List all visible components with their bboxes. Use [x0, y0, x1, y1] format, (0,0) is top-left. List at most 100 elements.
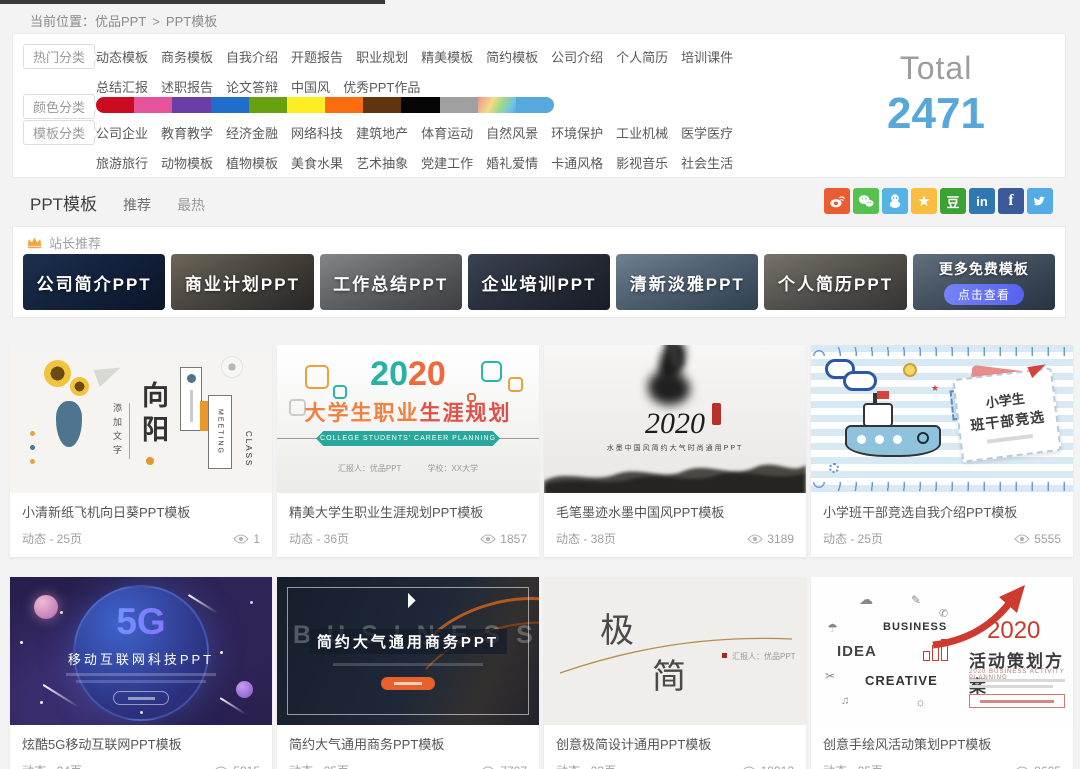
recommend-tile-more-free[interactable]: 更多免费模板 点击查看 [913, 254, 1055, 310]
filter-link[interactable]: 简约模板 [486, 47, 538, 66]
qq-icon[interactable] [882, 188, 908, 214]
template-category-label: 模板分类 [23, 120, 95, 145]
tab-hottest[interactable]: 最热 [177, 195, 205, 215]
filter-link[interactable]: 艺术抽象 [356, 153, 408, 172]
tab-ppt-templates[interactable]: PPT模板 [30, 190, 97, 215]
recommend-tile-company-intro[interactable]: 公司简介PPT [23, 254, 165, 310]
template-thumbnail[interactable]: 添加文字 向阳 MEETING CLASS [10, 345, 272, 493]
filter-link[interactable]: 培训课件 [681, 47, 733, 66]
filter-link[interactable]: 体育运动 [421, 123, 473, 142]
filter-link[interactable]: 社会生活 [681, 153, 733, 172]
color-swatch-pink[interactable] [134, 97, 172, 113]
twitter-icon[interactable] [1027, 188, 1053, 214]
template-card[interactable]: ★ ★ ★ 小学生 班干部竞选 [811, 345, 1073, 557]
filter-link[interactable]: 自然风景 [486, 123, 538, 142]
filter-link[interactable]: 婚礼爱情 [486, 153, 538, 172]
linkedin-icon[interactable]: in [969, 188, 995, 214]
template-card[interactable]: 5G 移动互联网科技PPT 炫酷5G移动互联网PPT模板 动态 - 24页 58… [10, 577, 272, 769]
breadcrumb-separator: > [152, 14, 160, 29]
template-thumbnail[interactable]: 2020 大学生职业生涯规划 COLLEGE STUDENTS' CAREER … [277, 345, 539, 493]
filter-link[interactable]: 动物模板 [161, 153, 213, 172]
filter-link[interactable]: 教育教学 [161, 123, 213, 142]
weibo-icon[interactable] [824, 188, 850, 214]
filter-link[interactable]: 公司企业 [96, 123, 148, 142]
color-swatch-orange[interactable] [325, 97, 363, 113]
template-card[interactable]: ☁ ☂ ✎ ✂ ☼ ♫ ✆ BUSINESS IDEA CREATIVE 202… [811, 577, 1073, 769]
color-swatch-green[interactable] [249, 97, 287, 113]
template-thumbnail[interactable]: ☁ ☂ ✎ ✂ ☼ ♫ ✆ BUSINESS IDEA CREATIVE 202… [811, 577, 1073, 725]
filter-link[interactable]: 影视音乐 [616, 153, 668, 172]
filter-link[interactable]: 公司介绍 [551, 47, 603, 66]
recommend-tile-personal-resume[interactable]: 个人简历PPT [764, 254, 906, 310]
filter-link[interactable]: 动态模板 [96, 47, 148, 66]
filter-link[interactable]: 旅游旅行 [96, 153, 148, 172]
template-card[interactable]: 2020 水墨中国风简约大气时尚通用PPT 毛笔墨迹水墨中国风PPT模板 动态 … [544, 345, 806, 557]
filter-link[interactable]: 自我介绍 [226, 47, 278, 66]
wechat-icon[interactable] [853, 188, 879, 214]
recommend-tile-fresh-elegant[interactable]: 清新淡雅PPT [616, 254, 758, 310]
color-swatch-colorful[interactable] [478, 97, 516, 113]
template-title[interactable]: 简约大气通用商务PPT模板 [289, 734, 527, 753]
tab-recommended[interactable]: 推荐 [123, 195, 151, 215]
cloud-illustration [843, 371, 877, 391]
template-thumbnail[interactable]: 2020 水墨中国风简约大气时尚通用PPT [544, 345, 806, 493]
filter-link[interactable]: 优秀PPT作品 [343, 77, 420, 96]
filter-link[interactable]: 植物模板 [226, 153, 278, 172]
filter-link[interactable]: 中国风 [291, 77, 330, 96]
social-share-bar: ★ 豆 in f [824, 188, 1053, 214]
total-value: 2471 [851, 89, 1021, 139]
filter-link[interactable]: 商务模板 [161, 47, 213, 66]
filter-link[interactable]: 美食水果 [291, 153, 343, 172]
decor-box [180, 367, 202, 431]
template-card[interactable]: BUSINESS 简约大气通用商务PPT 简约大气通用商务PPT模板 动态 - … [277, 577, 539, 769]
color-swatch-brown[interactable] [363, 97, 401, 113]
filter-link[interactable]: 经济金融 [226, 123, 278, 142]
view-count: 1857 [480, 532, 527, 546]
template-thumbnail[interactable]: BUSINESS 简约大气通用商务PPT [277, 577, 539, 725]
template-title[interactable]: 精美大学生职业生涯规划PPT模板 [289, 502, 527, 521]
view-more-button[interactable]: 点击查看 [944, 284, 1024, 305]
color-swatch-purple[interactable] [172, 97, 210, 113]
color-swatch-red[interactable] [96, 97, 134, 113]
color-swatch-gray[interactable] [440, 97, 478, 113]
filter-link[interactable]: 党建工作 [421, 153, 473, 172]
color-swatch-blue[interactable] [211, 97, 249, 113]
filter-link[interactable]: 工业机械 [616, 123, 668, 142]
color-swatch-lightblue[interactable] [516, 97, 554, 113]
facebook-glyph: f [1008, 192, 1013, 210]
filter-link[interactable]: 环境保护 [551, 123, 603, 142]
template-title[interactable]: 毛笔墨迹水墨中国风PPT模板 [556, 502, 794, 521]
filter-link[interactable]: 个人简历 [616, 47, 668, 66]
recommend-tile-work-summary[interactable]: 工作总结PPT [320, 254, 462, 310]
breadcrumb-current[interactable]: PPT模板 [166, 14, 217, 29]
template-thumbnail[interactable]: 5G 移动互联网科技PPT [10, 577, 272, 725]
filter-link[interactable]: 网络科技 [291, 123, 343, 142]
template-card[interactable]: 2020 大学生职业生涯规划 COLLEGE STUDENTS' CAREER … [277, 345, 539, 557]
template-card[interactable]: 极 简 汇报人：优品PPT 创意极简设计通用PPT模板 动态 - 23页 189… [544, 577, 806, 769]
template-card[interactable]: 添加文字 向阳 MEETING CLASS 小清新纸飞机向日葵PPT模板 动态 … [10, 345, 272, 557]
recommend-tile-business-plan[interactable]: 商业计划PPT [171, 254, 313, 310]
filter-link[interactable]: 精美模板 [421, 47, 473, 66]
breadcrumb-site-link[interactable]: 优品PPT [95, 14, 146, 29]
color-swatch-black[interactable] [401, 97, 439, 113]
douban-icon[interactable]: 豆 [940, 188, 966, 214]
filter-link[interactable]: 开题报告 [291, 47, 343, 66]
filter-link[interactable]: 卡通风格 [551, 153, 603, 172]
filter-link[interactable]: 总结汇报 [96, 77, 148, 96]
template-title[interactable]: 创意极简设计通用PPT模板 [556, 734, 794, 753]
template-title[interactable]: 创意手绘风活动策划PPT模板 [823, 734, 1061, 753]
filter-link[interactable]: 论文答辩 [226, 77, 278, 96]
template-title[interactable]: 小清新纸飞机向日葵PPT模板 [22, 502, 260, 521]
template-title[interactable]: 炫酷5G移动互联网PPT模板 [22, 734, 260, 753]
facebook-icon[interactable]: f [998, 188, 1024, 214]
template-thumbnail[interactable]: ★ ★ ★ 小学生 班干部竞选 [811, 345, 1073, 493]
template-title[interactable]: 小学班干部竞选自我介绍PPT模板 [823, 502, 1061, 521]
filter-link[interactable]: 建筑地产 [356, 123, 408, 142]
qzone-icon[interactable]: ★ [911, 188, 937, 214]
recommend-tile-corporate-training[interactable]: 企业培训PPT [468, 254, 610, 310]
color-swatch-yellow[interactable] [287, 97, 325, 113]
filter-link[interactable]: 职业规划 [356, 47, 408, 66]
template-thumbnail[interactable]: 极 简 汇报人：优品PPT [544, 577, 806, 725]
filter-link[interactable]: 医学医疗 [681, 123, 733, 142]
filter-link[interactable]: 述职报告 [161, 77, 213, 96]
